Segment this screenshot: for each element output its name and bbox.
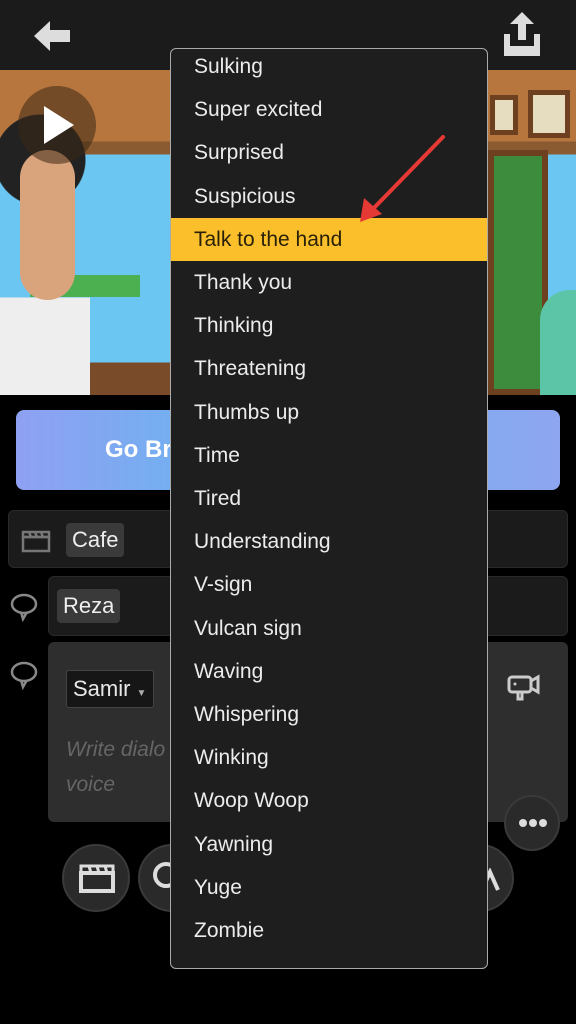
menu-item[interactable]: Zombie [171, 909, 487, 952]
clapperboard-icon [21, 530, 51, 553]
dialog-input[interactable]: Write dialo voice [66, 732, 165, 802]
menu-item[interactable]: Super excited [171, 88, 487, 131]
menu-item[interactable]: Thank you [171, 261, 487, 304]
more-button[interactable] [504, 795, 560, 851]
menu-item[interactable]: Whispering [171, 693, 487, 736]
menu-item[interactable]: Surprised [171, 131, 487, 174]
picture-frame [528, 90, 570, 138]
menu-item[interactable]: Time [171, 434, 487, 477]
menu-item[interactable]: Thinking [171, 304, 487, 347]
placeholder-text: voice [66, 773, 116, 796]
more-dots-icon [519, 819, 547, 827]
speech-bubble-icon [10, 593, 38, 622]
placeholder-text: Write dialo [66, 738, 166, 761]
menu-item[interactable]: Waving [171, 650, 487, 693]
menu-item[interactable]: Thumbs up [171, 391, 487, 434]
picture-frame [490, 95, 518, 135]
camera-icon[interactable] [506, 674, 540, 702]
menu-item[interactable]: Threatening [171, 347, 487, 390]
door [488, 150, 548, 395]
menu-item[interactable]: Understanding [171, 520, 487, 563]
character-chip[interactable]: Reza [57, 589, 121, 623]
add-scene-button[interactable] [62, 844, 130, 912]
menu-item[interactable]: Tired [171, 477, 487, 520]
menu-item[interactable]: Yawning [171, 823, 487, 866]
menu-item[interactable]: Sulking [171, 49, 487, 88]
menu-item[interactable]: Winking [171, 736, 487, 779]
clapperboard-icon [79, 864, 115, 893]
dropdown-arrow-icon: ▼ [136, 688, 147, 699]
menu-item[interactable]: Talk to the hand [171, 217, 487, 261]
character-select[interactable]: Samir ▼ [66, 670, 154, 708]
expression-menu[interactable]: Sulking Super excited Surprised Suspicious T… [170, 48, 488, 969]
menu-item[interactable]: V-sign [171, 563, 487, 606]
speech-bubble-icon [10, 661, 38, 690]
character-right [540, 290, 576, 395]
menu-item[interactable]: Woop Woop [171, 779, 487, 822]
menu-item[interactable]: Yuge [171, 866, 487, 909]
character-name: Samir [73, 676, 131, 701]
arrow-left-icon[interactable] [32, 18, 72, 54]
location-chip[interactable]: Cafe [66, 523, 125, 557]
share-upload-icon[interactable] [500, 10, 544, 58]
menu-item[interactable]: Vulcan sign [171, 607, 487, 650]
play-icon[interactable] [18, 86, 96, 164]
menu-item[interactable]: Suspicious [171, 175, 487, 218]
